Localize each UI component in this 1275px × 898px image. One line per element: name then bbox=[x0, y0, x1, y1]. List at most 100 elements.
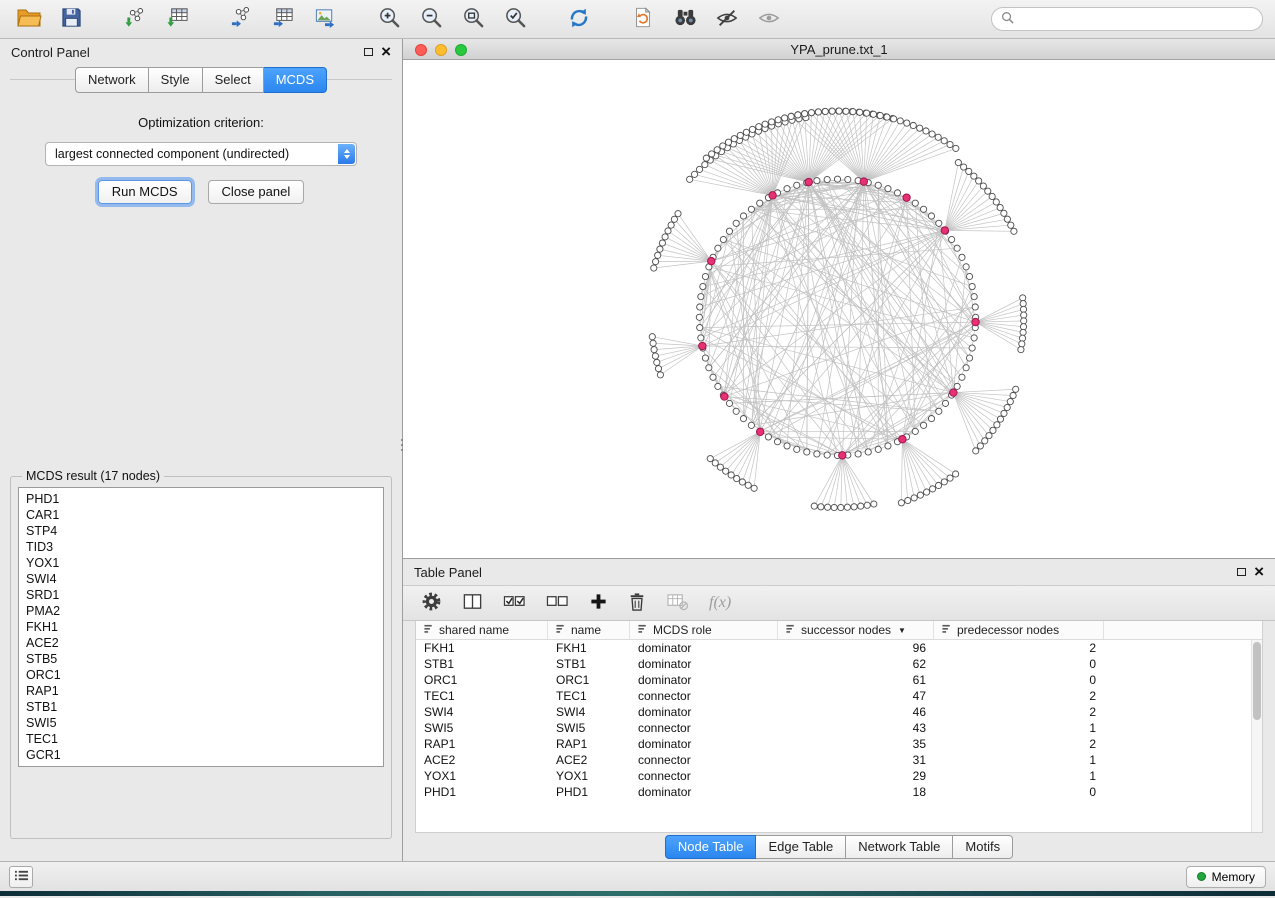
network-node[interactable] bbox=[700, 284, 706, 290]
network-node[interactable] bbox=[928, 416, 934, 422]
leaf-node[interactable] bbox=[720, 143, 726, 149]
leaf-node[interactable] bbox=[650, 341, 656, 347]
network-node[interactable] bbox=[706, 365, 712, 371]
network-node[interactable] bbox=[954, 384, 960, 390]
leaf-node[interactable] bbox=[717, 464, 723, 470]
network-node[interactable] bbox=[698, 335, 704, 341]
leaf-node[interactable] bbox=[822, 109, 828, 115]
leaf-node[interactable] bbox=[731, 136, 737, 142]
leaf-node[interactable] bbox=[737, 133, 743, 139]
leaf-node[interactable] bbox=[818, 504, 824, 510]
table-scrollbar[interactable] bbox=[1251, 640, 1262, 832]
network-node[interactable] bbox=[966, 355, 972, 361]
hub-node[interactable] bbox=[721, 393, 728, 400]
leaf-node[interactable] bbox=[994, 422, 1000, 428]
leaf-node[interactable] bbox=[652, 259, 658, 265]
network-node[interactable] bbox=[814, 451, 820, 457]
export-table-button[interactable] bbox=[266, 4, 300, 34]
leaf-node[interactable] bbox=[709, 151, 715, 157]
leaf-node[interactable] bbox=[982, 438, 988, 444]
float-panel-icon[interactable] bbox=[364, 48, 373, 56]
network-node[interactable] bbox=[697, 325, 703, 331]
network-node[interactable] bbox=[912, 429, 918, 435]
tab-style[interactable]: Style bbox=[149, 67, 203, 93]
network-node[interactable] bbox=[865, 449, 871, 455]
leaf-node[interactable] bbox=[904, 120, 910, 126]
network-node[interactable] bbox=[936, 409, 942, 415]
leaf-node[interactable] bbox=[971, 173, 977, 179]
memory-button[interactable]: Memory bbox=[1186, 866, 1266, 888]
mcds-result-item[interactable]: ORC1 bbox=[26, 667, 376, 683]
mcds-result-item[interactable]: ACE2 bbox=[26, 635, 376, 651]
column-header-mcds-role[interactable]: MCDS role bbox=[630, 621, 778, 639]
leaf-node[interactable] bbox=[655, 253, 661, 259]
network-node[interactable] bbox=[834, 176, 840, 182]
leaf-node[interactable] bbox=[815, 109, 821, 115]
network-node[interactable] bbox=[824, 177, 830, 183]
network-node[interactable] bbox=[969, 345, 975, 351]
network-node[interactable] bbox=[715, 384, 721, 390]
leaf-node[interactable] bbox=[910, 123, 916, 129]
table-row[interactable]: ACE2 ACE2 connector 31 1 bbox=[416, 752, 1262, 768]
network-node[interactable] bbox=[784, 443, 790, 449]
mcds-result-item[interactable]: STB1 bbox=[26, 699, 376, 715]
mcds-result-item[interactable]: PHD1 bbox=[26, 491, 376, 507]
leaf-node[interactable] bbox=[850, 109, 856, 115]
deselect-all-button[interactable] bbox=[546, 591, 569, 615]
network-node[interactable] bbox=[885, 443, 891, 449]
leaf-node[interactable] bbox=[1004, 405, 1010, 411]
network-node[interactable] bbox=[733, 221, 739, 227]
minimize-window-icon[interactable] bbox=[435, 44, 447, 56]
network-node[interactable] bbox=[959, 255, 965, 261]
network-canvas[interactable] bbox=[403, 60, 1275, 558]
leaf-node[interactable] bbox=[652, 353, 658, 359]
maximize-window-icon[interactable] bbox=[455, 44, 467, 56]
tab-mcds[interactable]: MCDS bbox=[264, 67, 327, 93]
mcds-result-item[interactable]: TID3 bbox=[26, 539, 376, 555]
leaf-node[interactable] bbox=[725, 140, 731, 146]
network-node[interactable] bbox=[765, 434, 771, 440]
zoom-selected-button[interactable] bbox=[498, 4, 532, 34]
network-node[interactable] bbox=[697, 304, 703, 310]
leaf-node[interactable] bbox=[953, 471, 959, 477]
hub-node[interactable] bbox=[699, 343, 706, 350]
leaf-node[interactable] bbox=[947, 475, 953, 481]
network-node[interactable] bbox=[726, 229, 732, 235]
leaf-node[interactable] bbox=[649, 334, 655, 340]
import-network-button[interactable] bbox=[118, 4, 152, 34]
leaf-node[interactable] bbox=[655, 366, 661, 372]
leaf-node[interactable] bbox=[857, 110, 863, 116]
task-list-button[interactable] bbox=[9, 866, 33, 888]
network-node[interactable] bbox=[971, 335, 977, 341]
leaf-node[interactable] bbox=[824, 505, 830, 511]
leaf-node[interactable] bbox=[743, 130, 749, 136]
hub-node[interactable] bbox=[708, 258, 715, 265]
leaf-node[interactable] bbox=[955, 160, 961, 166]
network-node[interactable] bbox=[702, 274, 708, 280]
leaf-node[interactable] bbox=[966, 169, 972, 175]
network-node[interactable] bbox=[740, 213, 746, 219]
leaf-node[interactable] bbox=[961, 164, 967, 170]
leaf-node[interactable] bbox=[864, 503, 870, 509]
network-node[interactable] bbox=[963, 365, 969, 371]
leaf-node[interactable] bbox=[739, 479, 745, 485]
network-node[interactable] bbox=[920, 207, 926, 213]
leaf-node[interactable] bbox=[665, 228, 671, 234]
leaf-node[interactable] bbox=[976, 178, 982, 184]
leaf-node[interactable] bbox=[898, 500, 904, 506]
leaf-node[interactable] bbox=[844, 505, 850, 511]
leaf-node[interactable] bbox=[795, 112, 801, 118]
network-node[interactable] bbox=[894, 190, 900, 196]
hub-node[interactable] bbox=[757, 429, 764, 436]
network-node[interactable] bbox=[959, 375, 965, 381]
network-node[interactable] bbox=[726, 401, 732, 407]
leaf-node[interactable] bbox=[651, 265, 657, 271]
hub-node[interactable] bbox=[950, 389, 957, 396]
column-header-predecessor-nodes[interactable]: predecessor nodes bbox=[934, 621, 1104, 639]
leaf-node[interactable] bbox=[993, 199, 999, 205]
leaf-node[interactable] bbox=[651, 347, 657, 353]
leaf-node[interactable] bbox=[745, 483, 751, 489]
open-file-button[interactable] bbox=[12, 4, 46, 34]
save-button[interactable] bbox=[54, 4, 88, 34]
network-node[interactable] bbox=[928, 213, 934, 219]
